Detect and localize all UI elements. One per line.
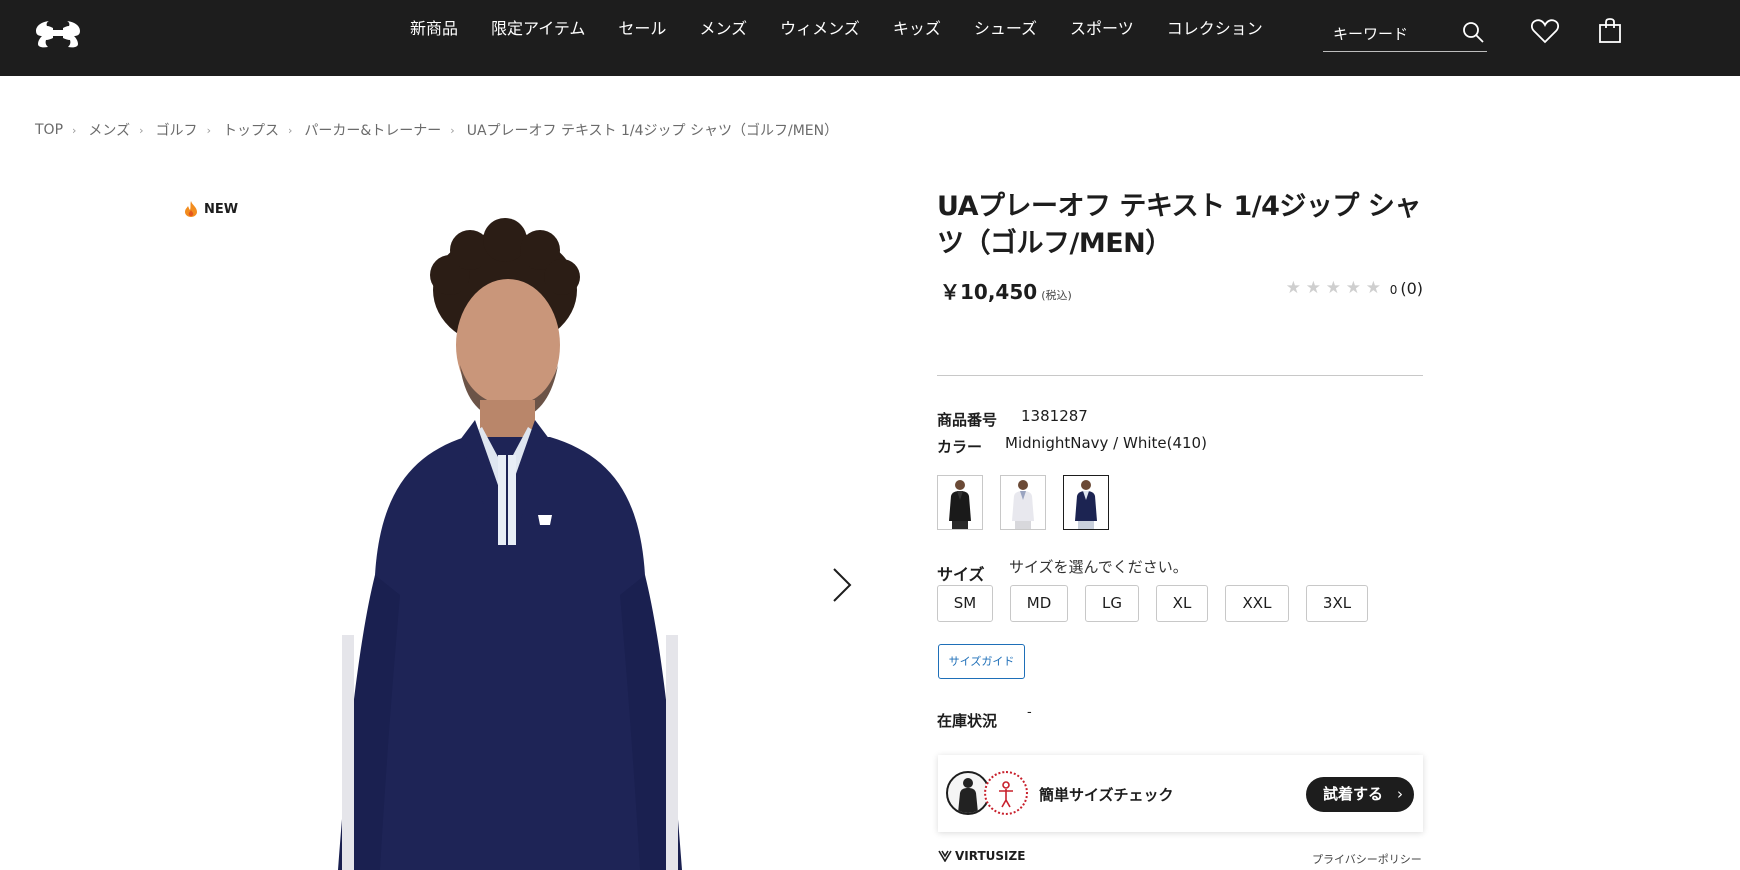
review-count[interactable]: (0) xyxy=(1400,279,1423,298)
new-badge: NEW xyxy=(183,200,238,218)
brand-logo-icon[interactable] xyxy=(34,18,82,48)
search-box xyxy=(1323,16,1487,52)
size-label: サイズ xyxy=(937,565,985,584)
tax-note: (税込) xyxy=(1041,289,1072,302)
size-hint: サイズを選んでください。 xyxy=(1009,558,1188,576)
product-title: UAプレーオフ テキスト 1/4ジップ シャツ（ゴルフ/MEN） xyxy=(937,191,1421,259)
virtusize-logo[interactable]: VIRTUSIZE xyxy=(938,849,1025,863)
star-icon: ★ xyxy=(1365,278,1381,298)
product-number-label: 商品番号 xyxy=(937,411,998,429)
size-guide-button[interactable]: サイズガイド xyxy=(938,644,1025,679)
product-number-row: 商品番号 1381287 xyxy=(937,407,1088,430)
nav-item[interactable]: セール xyxy=(618,18,666,40)
rating-score: 0 xyxy=(1389,282,1398,297)
rating[interactable]: ★ ★ ★ ★ ★ 0 (0) xyxy=(1286,278,1423,298)
breadcrumb-separator-icon: › xyxy=(139,123,144,137)
product-image[interactable] xyxy=(300,215,720,870)
search-icon[interactable] xyxy=(1461,20,1485,44)
breadcrumb-hoodies[interactable]: パーカー&トレーナー xyxy=(304,120,441,140)
color-swatch[interactable] xyxy=(937,475,983,530)
nav-item[interactable]: シューズ xyxy=(974,18,1037,40)
nav-item[interactable]: ウィメンズ xyxy=(780,18,860,40)
main-nav: 新商品 限定アイテム セール メンズ ウィメンズ キッズ シューズ スポーツ コレクション xyxy=(410,18,1296,40)
size-option[interactable]: MD xyxy=(1010,585,1068,622)
color-swatch[interactable] xyxy=(1063,475,1109,530)
breadcrumb-golf[interactable]: ゴルフ xyxy=(156,120,198,140)
star-icon: ★ xyxy=(1305,278,1321,298)
nav-item[interactable]: 限定アイテム xyxy=(491,18,585,40)
swatch-thumbnail xyxy=(1075,480,1097,529)
breadcrumb-separator-icon: › xyxy=(72,123,77,137)
breadcrumb-separator-icon: › xyxy=(206,123,211,137)
breadcrumb-mens[interactable]: メンズ xyxy=(88,120,130,140)
stock-value: - xyxy=(1027,705,1032,720)
size-option[interactable]: XL xyxy=(1156,585,1208,622)
virtusize-text: 簡単サイズチェック xyxy=(1039,786,1174,804)
site-header: 新商品 限定アイテム セール メンズ ウィメンズ キッズ シューズ スポーツ コレクション xyxy=(0,0,1740,76)
star-icon: ★ xyxy=(1285,278,1301,298)
color-label: カラー xyxy=(937,438,983,456)
try-on-button[interactable]: 試着する › xyxy=(1306,777,1414,812)
body-measure-icon xyxy=(984,771,1028,815)
star-icon: ★ xyxy=(1325,278,1341,298)
shopping-bag-icon[interactable] xyxy=(1598,18,1622,44)
virtusize-widget: 簡単サイズチェック 試着する › xyxy=(938,755,1423,832)
product-gallery: NEW xyxy=(0,180,900,870)
divider xyxy=(937,375,1423,376)
color-value: MidnightNavy / White(410) xyxy=(1005,434,1207,452)
breadcrumb-current: UAプレーオフ テキスト 1/4ジップ シャツ（ゴルフ/MEN） xyxy=(466,123,839,139)
swatch-thumbnail xyxy=(949,480,971,529)
price-row: ￥10,450 (税込) ★ ★ ★ ★ ★ 0 (0) xyxy=(937,272,1423,316)
heart-icon[interactable] xyxy=(1531,18,1559,44)
color-swatch[interactable] xyxy=(1000,475,1046,530)
product-price: ￥10,450 (税込) xyxy=(940,276,1072,305)
flame-icon xyxy=(185,201,197,217)
star-icon: ★ xyxy=(1345,278,1361,298)
virtusize-mark-icon xyxy=(938,850,952,862)
size-option[interactable]: 3XL xyxy=(1306,585,1368,622)
search-input[interactable] xyxy=(1333,22,1453,46)
product-info-panel: UAプレーオフ テキスト 1/4ジップ シャツ（ゴルフ/MEN） ￥10,450… xyxy=(937,188,1423,316)
color-swatches xyxy=(937,475,1126,530)
size-option[interactable]: LG xyxy=(1085,585,1139,622)
product-number-value: 1381287 xyxy=(1021,407,1088,425)
swatch-thumbnail xyxy=(1012,480,1034,529)
new-badge-label: NEW xyxy=(204,201,239,217)
breadcrumb-top[interactable]: TOP xyxy=(35,122,63,138)
nav-item[interactable]: 新商品 xyxy=(410,18,458,40)
nav-item[interactable]: メンズ xyxy=(699,18,747,40)
breadcrumb: TOP › メンズ › ゴルフ › トップス › パーカー&トレーナー › UA… xyxy=(35,120,838,140)
try-on-label: 試着する xyxy=(1323,785,1384,803)
size-option[interactable]: XXL xyxy=(1225,585,1289,622)
rating-stars: ★ ★ ★ ★ ★ xyxy=(1286,278,1386,298)
price-value: ￥10,450 xyxy=(940,280,1038,304)
stock-label: 在庫状況 xyxy=(937,712,998,730)
nav-item[interactable]: コレクション xyxy=(1167,18,1263,40)
breadcrumb-separator-icon: › xyxy=(287,123,293,137)
nav-item[interactable]: スポーツ xyxy=(1070,18,1134,40)
nav-item[interactable]: キッズ xyxy=(893,18,941,40)
next-image-arrow-icon[interactable] xyxy=(830,565,854,605)
privacy-policy-link[interactable]: プライバシーポリシー xyxy=(1312,851,1422,867)
breadcrumb-separator-icon: › xyxy=(450,123,455,137)
size-option[interactable]: SM xyxy=(937,585,993,622)
size-options: SM MD LG XL XXL 3XL xyxy=(937,585,1385,622)
virtusize-logo-text: VIRTUSIZE xyxy=(955,849,1026,863)
chevron-right-icon: › xyxy=(1397,785,1403,803)
color-row: カラー MidnightNavy / White(410) xyxy=(937,434,1207,457)
breadcrumb-tops[interactable]: トップス xyxy=(223,120,279,140)
